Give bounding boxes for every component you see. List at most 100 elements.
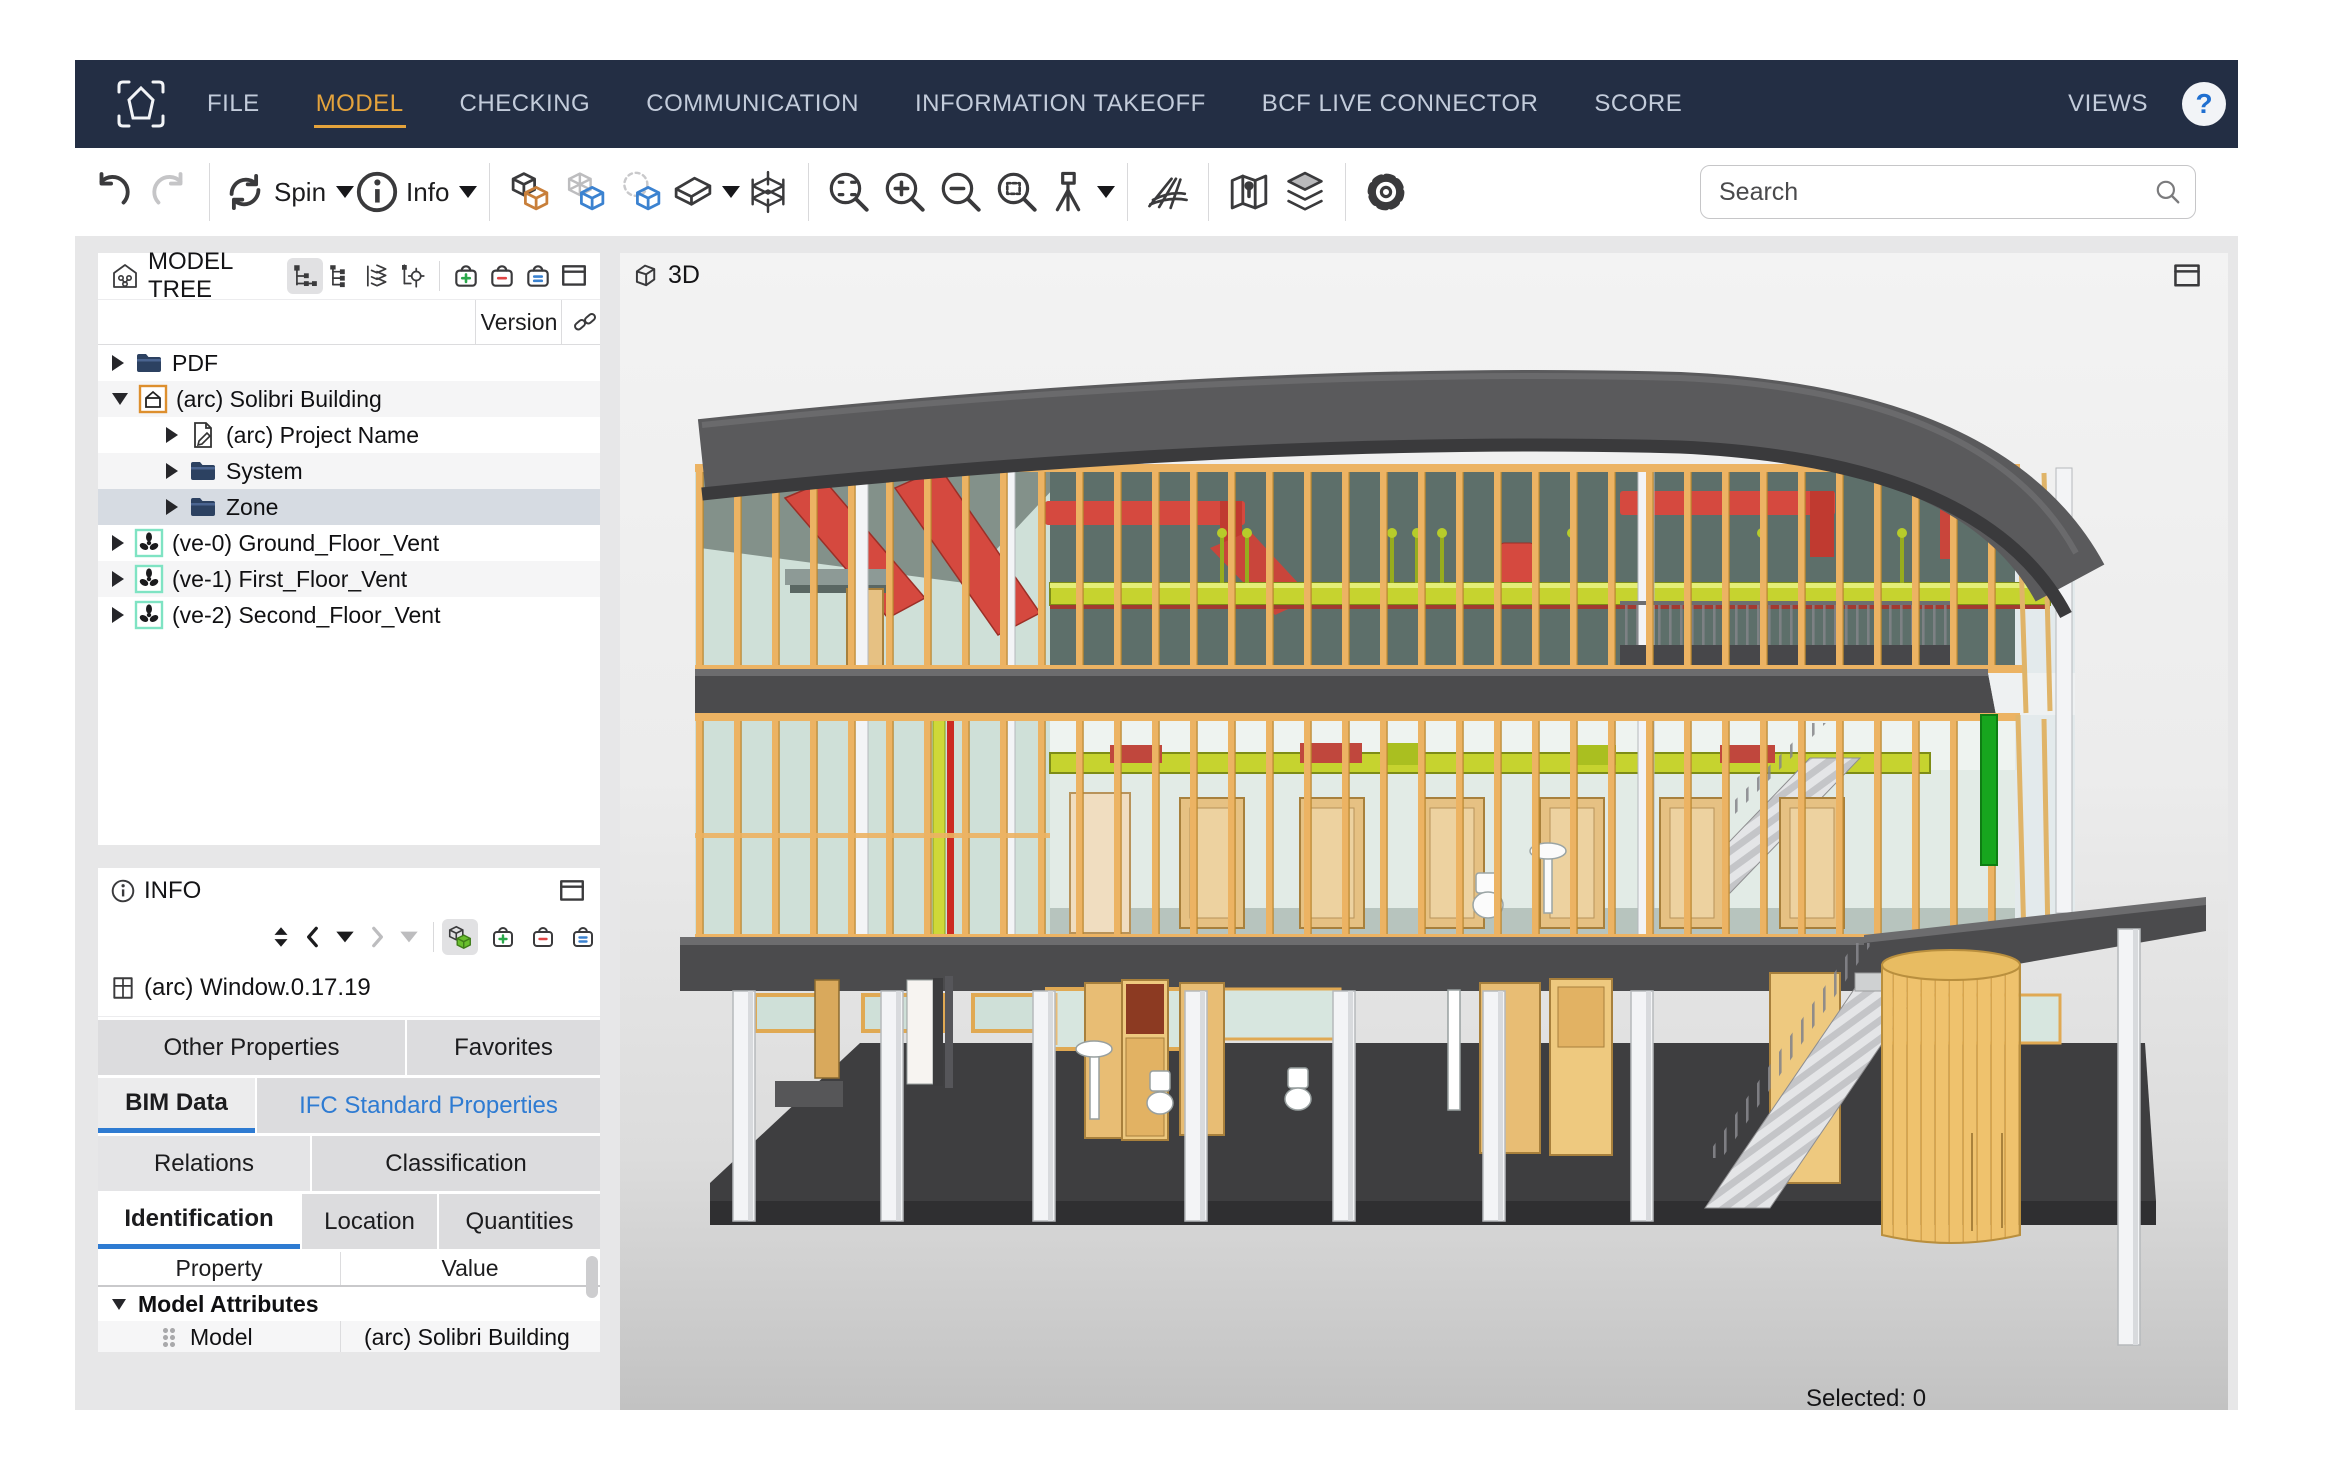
basket-remove-icon[interactable] (484, 258, 520, 294)
tree-view-layers-icon[interactable] (359, 258, 395, 294)
toolbar-separator (1345, 163, 1346, 221)
isolate-selection-button[interactable] (614, 162, 670, 222)
info-mode-button[interactable]: Info (354, 162, 477, 222)
tree-row-project-name[interactable]: (arc) Project Name (98, 417, 600, 453)
tree-row-pdf[interactable]: PDF (98, 345, 600, 381)
expand-caret-icon[interactable] (112, 535, 124, 551)
menu-bcf-live-connector[interactable]: BCF LIVE CONNECTOR (1260, 80, 1541, 128)
menu-model[interactable]: MODEL (314, 80, 406, 128)
tab-favorites[interactable]: Favorites (407, 1020, 600, 1075)
zoom-out-button[interactable] (933, 162, 989, 222)
column-divider (340, 1321, 341, 1352)
expand-caret-icon[interactable] (112, 607, 124, 623)
expand-caret-icon[interactable] (112, 571, 124, 587)
tree-label: (arc) Project Name (226, 422, 419, 449)
zoom-fit-button[interactable] (821, 162, 877, 222)
drag-handle-icon[interactable] (162, 1327, 176, 1347)
tree-row-first-floor-vent[interactable]: (ve-1) First_Floor_Vent (98, 561, 600, 597)
undo-button[interactable] (85, 162, 141, 222)
show-all-models-button[interactable] (502, 162, 558, 222)
tab-identification[interactable]: Identification (98, 1194, 300, 1249)
pick-object-icon[interactable] (442, 919, 478, 955)
basket-remove-icon[interactable] (528, 920, 558, 954)
selected-window-highlight[interactable] (1981, 715, 1997, 865)
scrollbar-thumb[interactable] (586, 1256, 598, 1298)
expand-down-icon-disabled[interactable] (394, 920, 424, 954)
section-box-button[interactable] (740, 162, 796, 222)
vent-icon (134, 528, 164, 558)
tree-row-solibri-building[interactable]: (arc) Solibri Building (98, 381, 600, 417)
basket-add-icon[interactable] (448, 258, 484, 294)
map-button[interactable] (1221, 162, 1277, 222)
document-icon (188, 420, 218, 450)
group-row-model-attributes[interactable]: Model Attributes (98, 1287, 600, 1321)
panel-layout-icon[interactable] (554, 873, 590, 909)
tabs-row-1: Other Properties Favorites (98, 1020, 600, 1077)
tab-relations[interactable]: Relations (98, 1136, 310, 1191)
tree-row-zone[interactable]: Zone (98, 489, 600, 525)
menu-checking[interactable]: CHECKING (458, 80, 593, 128)
tree-row-system[interactable]: System (98, 453, 600, 489)
collapse-caret-icon[interactable] (112, 393, 128, 405)
menu-views[interactable]: VIEWS (2068, 90, 2148, 118)
previous-icon[interactable] (298, 920, 328, 954)
walk-camera-button[interactable] (1045, 162, 1115, 222)
section-slab-button[interactable] (670, 162, 740, 222)
floor-plan-button[interactable] (1140, 162, 1196, 222)
basket-set-icon[interactable] (520, 258, 556, 294)
info-label: Info (406, 177, 449, 208)
collapse-caret-icon[interactable] (112, 1299, 126, 1310)
tree-view-flat-icon[interactable] (323, 258, 359, 294)
sort-updown-icon[interactable] (266, 920, 296, 954)
menu-score[interactable]: SCORE (1592, 80, 1684, 128)
vent-icon (134, 564, 164, 594)
help-icon[interactable] (2182, 82, 2226, 126)
tab-classification[interactable]: Classification (312, 1136, 600, 1191)
tab-ifc-standard-properties[interactable]: IFC Standard Properties (257, 1078, 600, 1133)
value-column-header[interactable]: Value (340, 1252, 600, 1285)
layers-button[interactable] (1277, 162, 1333, 222)
selected-count-status: Selected: 0 (1806, 1385, 1926, 1410)
tab-location[interactable]: Location (302, 1194, 437, 1249)
table-row-model[interactable]: Model (arc) Solibri Building (98, 1321, 600, 1352)
building-model[interactable] (620, 253, 2228, 1410)
folder-icon (188, 492, 218, 522)
zoom-window-button[interactable] (989, 162, 1045, 222)
search-input[interactable] (1700, 165, 2196, 219)
panel-layout-icon[interactable] (556, 258, 592, 294)
spin-button[interactable]: Spin (222, 162, 354, 222)
menu-information-takeoff[interactable]: INFORMATION TAKEOFF (913, 80, 1208, 128)
tab-quantities[interactable]: Quantities (439, 1194, 600, 1249)
tree-label: (arc) Solibri Building (176, 386, 382, 413)
basket-add-icon[interactable] (488, 920, 518, 954)
expand-down-icon[interactable] (330, 920, 360, 954)
expand-caret-icon[interactable] (166, 427, 178, 443)
redo-button[interactable] (141, 162, 197, 222)
toolbar-separator (209, 163, 210, 221)
tree-row-second-floor-vent[interactable]: (ve-2) Second_Floor_Vent (98, 597, 600, 633)
next-icon-disabled[interactable] (362, 920, 392, 954)
expand-caret-icon[interactable] (166, 463, 178, 479)
column-divider (561, 300, 562, 344)
tree-view-hierarchy-icon[interactable] (287, 258, 323, 294)
expand-caret-icon[interactable] (112, 355, 124, 371)
expand-caret-icon[interactable] (166, 499, 178, 515)
toolbar: Spin Info (75, 148, 2238, 237)
link-icon[interactable] (572, 309, 598, 335)
view3d-panel[interactable]: 3D (620, 253, 2228, 1410)
info-title: INFO (144, 877, 201, 905)
menu-file[interactable]: FILE (205, 80, 262, 128)
tab-other-properties[interactable]: Other Properties (98, 1020, 405, 1075)
hide-other-models-button[interactable] (558, 162, 614, 222)
tab-bim-data[interactable]: BIM Data (98, 1078, 255, 1133)
zoom-in-button[interactable] (877, 162, 933, 222)
info-nav-row (98, 914, 600, 960)
basket-set-icon[interactable] (568, 920, 598, 954)
menu-communication[interactable]: COMMUNICATION (644, 80, 861, 128)
settings-button[interactable] (1358, 162, 1414, 222)
tree-view-locate-icon[interactable] (395, 258, 431, 294)
tree-row-ground-floor-vent[interactable]: (ve-0) Ground_Floor_Vent (98, 525, 600, 561)
version-column-label[interactable]: Version (478, 300, 560, 344)
property-column-header[interactable]: Property (98, 1252, 340, 1285)
model-tree-title: MODEL TREE (148, 248, 287, 304)
